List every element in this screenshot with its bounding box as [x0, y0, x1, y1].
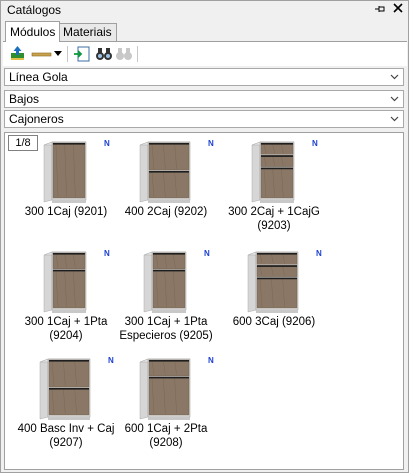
module-item[interactable]: N 300 1Caj (9201) [11, 136, 121, 241]
new-badge: N [312, 139, 318, 148]
module-item[interactable]: N 300 1Caj + 1Pta (9204) [11, 246, 121, 351]
toolbar-separator [137, 46, 138, 62]
new-badge: N [104, 249, 110, 258]
new-badge: N [208, 356, 214, 365]
new-badge: N [316, 249, 322, 258]
module-item-label: 300 1Caj + 1Pta Especieros (9205) [119, 316, 213, 342]
panel-title: Catálogos [7, 3, 62, 17]
module-item[interactable]: N 300 1Caj + 1Pta Especieros (9205) [111, 246, 221, 351]
search-button[interactable] [95, 45, 113, 63]
cabinet-thumbnail [139, 141, 191, 203]
dropdown-arrow-icon [54, 51, 62, 56]
add-catalog-icon [11, 46, 24, 60]
line-tool-button[interactable] [31, 45, 53, 63]
module-grid: 1/8 N 300 1Caj (9201) N 400 2Caj (9202) N 300… [4, 132, 404, 470]
category-select[interactable]: Bajos [4, 90, 404, 108]
cabinet-thumbnail [39, 358, 91, 420]
close-icon[interactable] [392, 3, 404, 17]
new-badge: N [208, 139, 214, 148]
module-item-label: 600 3Caj (9206) [232, 316, 316, 328]
line-select-value: Línea Gola [9, 70, 68, 84]
module-item[interactable]: N 400 Basc Inv + Caj (9207) [11, 353, 121, 458]
cabinet-thumbnail [247, 251, 299, 313]
tab-modulos[interactable]: Módulos [5, 21, 61, 42]
new-badge: N [104, 139, 110, 148]
import-icon [74, 46, 90, 62]
line-select[interactable]: Línea Gola [4, 68, 404, 86]
category-select-value: Bajos [9, 92, 40, 106]
toolbar [3, 42, 407, 66]
module-item-label: 600 1Caj + 2Pta (9208) [124, 423, 208, 449]
line-tool-dropdown[interactable] [53, 45, 63, 63]
toolbar-separator [67, 46, 68, 62]
tab-strip: Módulos Materiais [3, 21, 407, 42]
new-badge: N [204, 249, 210, 258]
tab-materiais[interactable]: Materiais [58, 23, 117, 41]
catalog-panel: Catálogos Módulos Materiais Línea Gola B… [0, 0, 409, 473]
binoculars-icon [96, 48, 112, 60]
module-item[interactable]: N 600 3Caj (9206) [219, 246, 329, 351]
module-item-label: 300 1Caj + 1Pta (9204) [24, 316, 108, 342]
pin-icon[interactable] [374, 3, 386, 17]
module-item[interactable]: N 600 1Caj + 2Pta (9208) [111, 353, 221, 458]
line-tool-icon [31, 52, 52, 57]
module-item-label: 400 2Caj (9202) [124, 206, 208, 218]
module-item-label: 400 Basc Inv + Caj (9207) [17, 423, 115, 449]
module-item-label: 300 1Caj (9201) [24, 206, 108, 218]
search-disabled-button[interactable] [115, 45, 133, 63]
module-item[interactable]: N 400 2Caj (9202) [111, 136, 221, 241]
cabinet-thumbnail [139, 358, 191, 420]
module-item-label: 300 2Caj + 1CajG (9203) [228, 206, 320, 232]
chevron-down-icon [390, 69, 399, 91]
disabled-binoculars-icon [116, 48, 132, 60]
import-button[interactable] [73, 45, 91, 63]
panel-titlebar: Catálogos [1, 1, 408, 20]
subcategory-select-value: Cajoneros [9, 112, 64, 126]
module-item[interactable]: N 300 2Caj + 1CajG (9203) [219, 136, 329, 241]
chevron-down-icon [390, 111, 399, 133]
add-catalog-button[interactable] [9, 45, 27, 63]
subcategory-select[interactable]: Cajoneros [4, 110, 404, 128]
